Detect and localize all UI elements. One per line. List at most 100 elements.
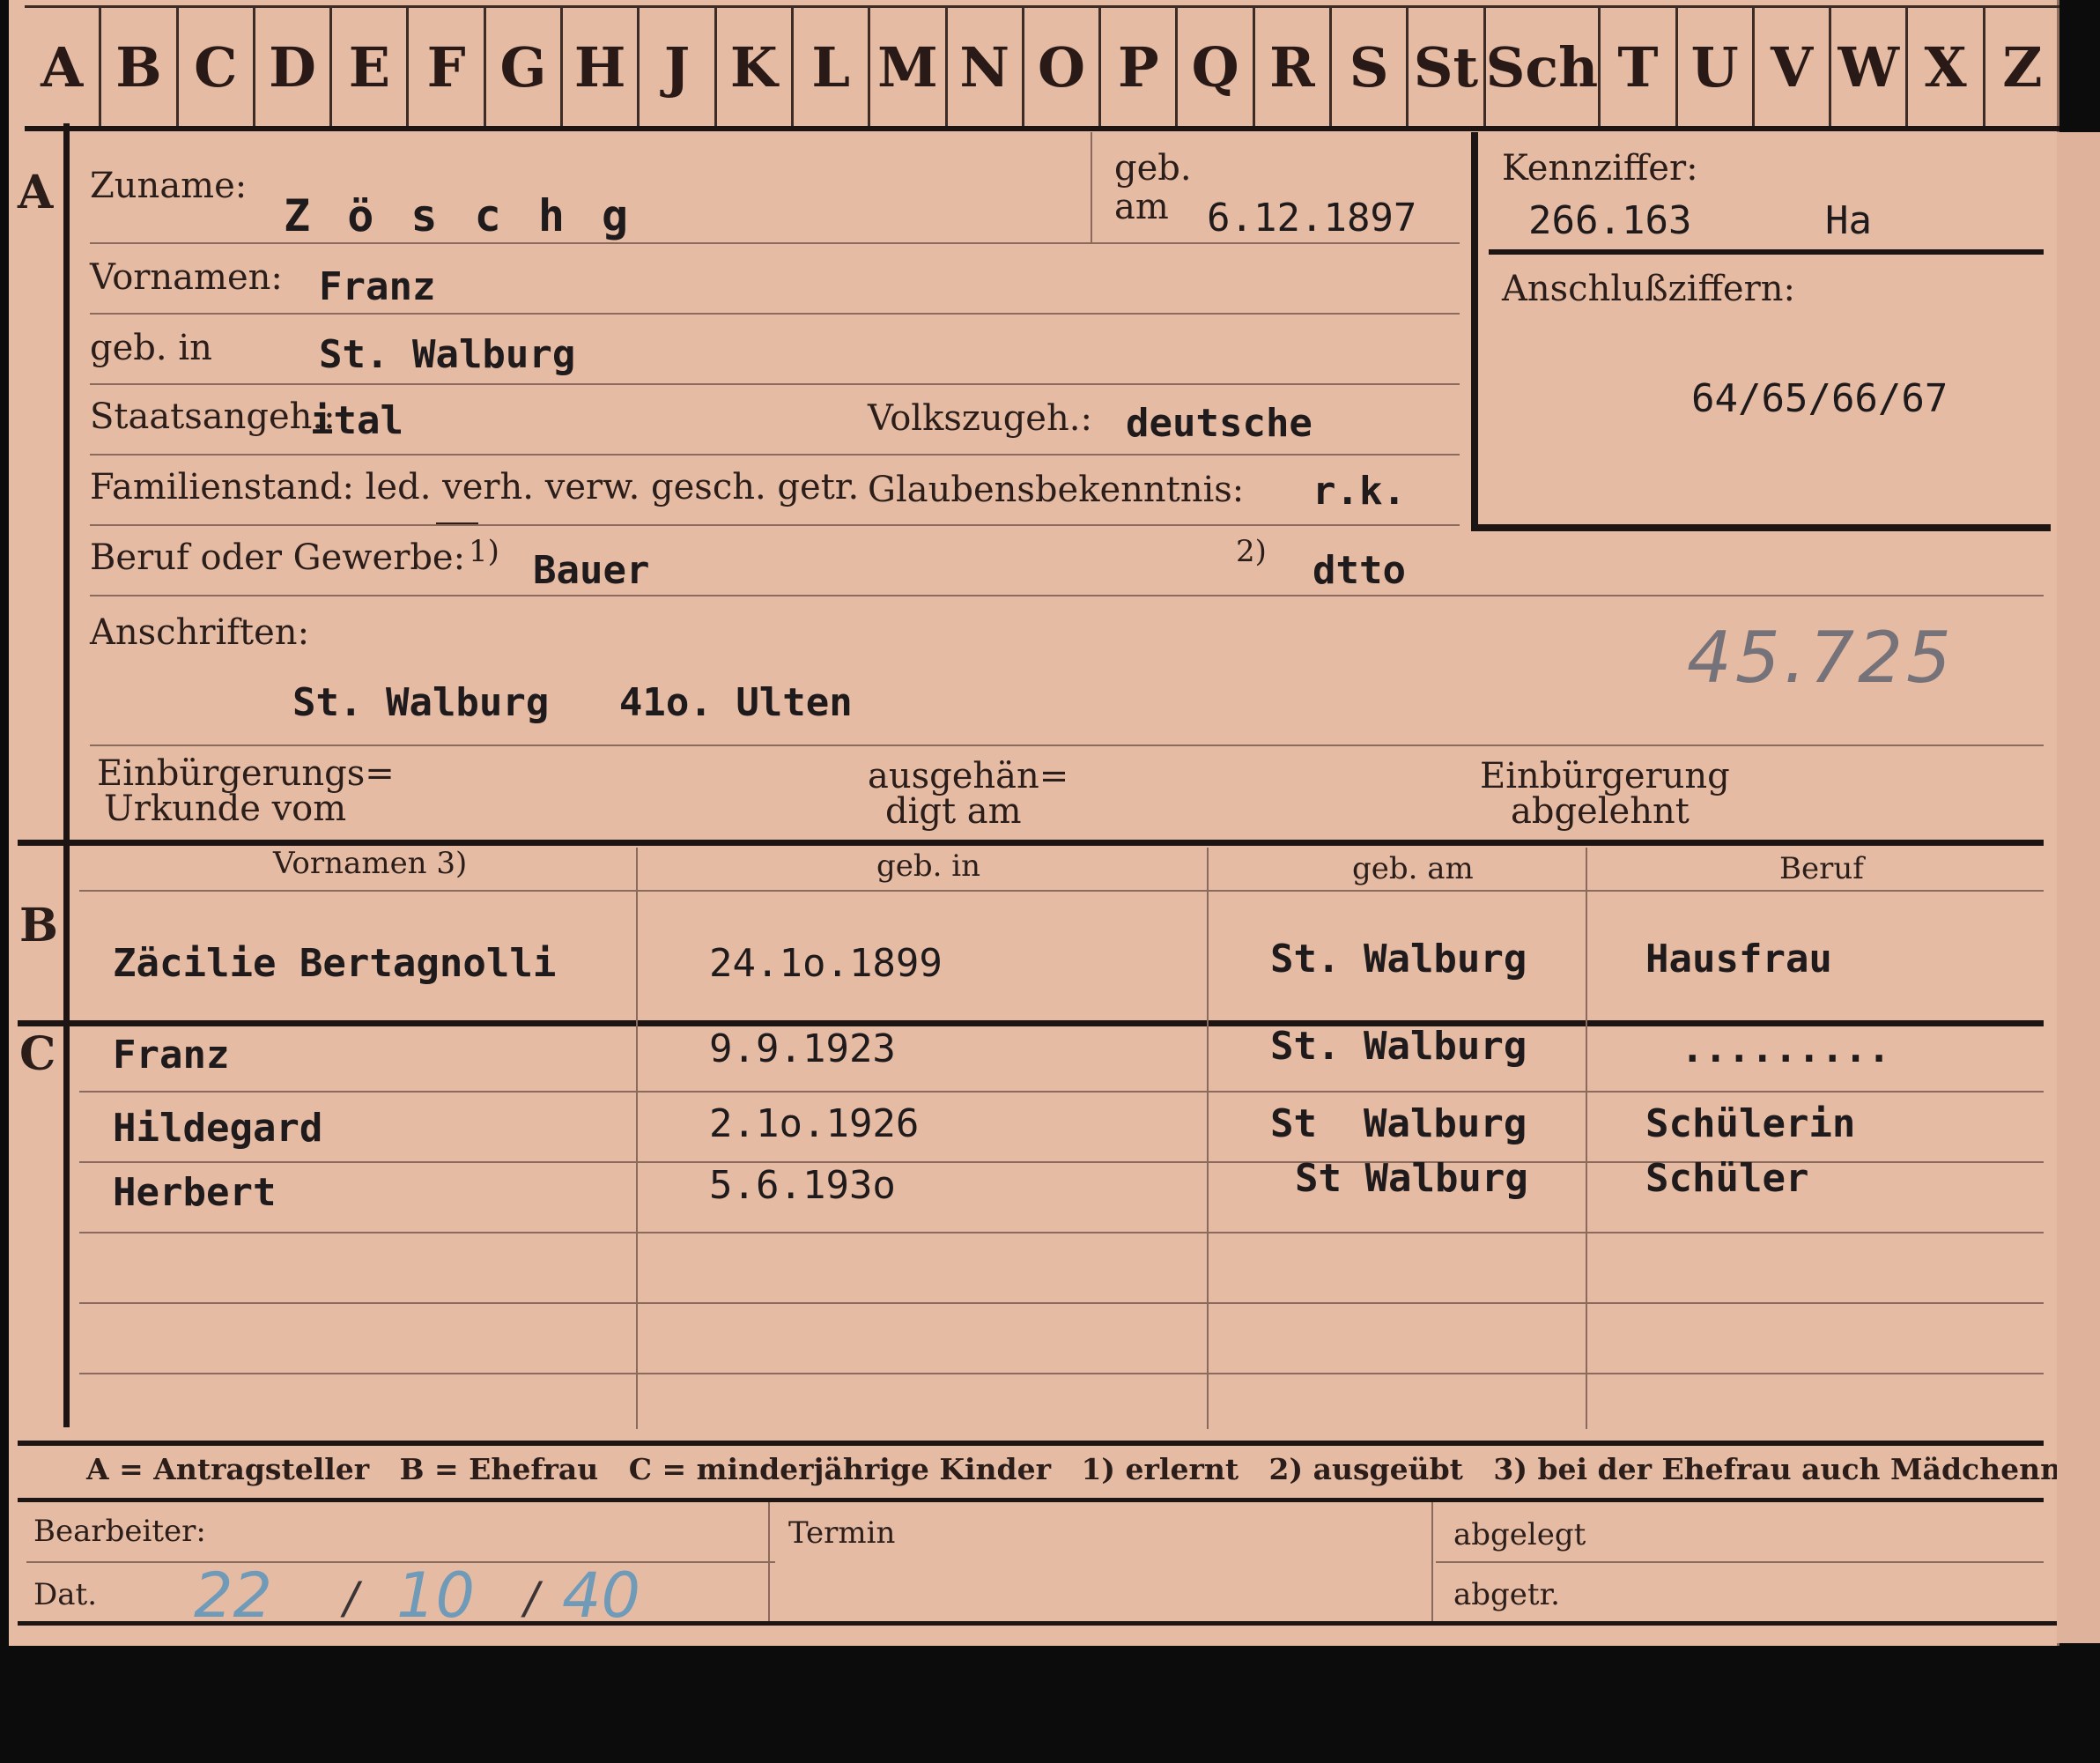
legend-rule [18,1498,2044,1502]
tab-g[interactable]: G [486,8,564,126]
anschluss-value: 64/65/66/67 [1691,376,1948,421]
gebin-label: geb. in [90,328,212,368]
section-c-marker: C [19,1027,56,1081]
ehefrau-geb-am: St. Walburg [1270,937,1527,982]
tab-sch[interactable]: Sch [1486,8,1601,126]
tab-z[interactable]: Z [1985,8,2059,126]
abgelegt-label: abgelegt [1453,1517,1586,1552]
kennziffer-box [1471,132,2051,531]
rule [79,1373,2044,1374]
rule [1436,1561,2044,1563]
beruf-value-2: dtto [1312,548,1406,593]
rule [79,1232,2044,1233]
abgetr-label: abgetr. [1453,1577,1560,1612]
dat-slash: / [524,1573,539,1624]
vornamen-value: Franz [319,264,436,309]
tab-p[interactable]: P [1101,8,1179,126]
tab-a[interactable]: A [25,8,102,126]
card-edge [2057,132,2100,1643]
kind-geb-in: 9.9.1923 [709,1026,896,1071]
tab-e[interactable]: E [332,8,410,126]
zuname-label: Zuname: [90,166,248,206]
kind-geb-am: St Walburg [1270,1101,1527,1146]
dat-slash: / [344,1573,359,1624]
column-divider [636,848,638,1429]
legend: A = Antragsteller B = Ehefrau C = minder… [86,1452,2100,1486]
alphabet-tabs: A B C D E F G H J K L M N O P Q R S St Sch T U V W X Z [25,5,2059,131]
kind-beruf: Schüler [1645,1156,1809,1201]
tab-n[interactable]: N [948,8,1024,126]
tab-h[interactable]: H [563,8,640,126]
section-separator [18,1020,2044,1026]
kennziffer-label: Kennziffer: [1502,148,1698,189]
dat-label: Dat. [33,1577,98,1612]
tab-d[interactable]: D [255,8,333,126]
staat-value: ital [310,398,403,443]
tab-st[interactable]: St [1409,8,1486,126]
geb-label: geb. [1114,148,1192,189]
tab-s[interactable]: S [1332,8,1409,126]
kennziffer-suffix: Ha [1825,198,1872,243]
ausgehaendigt-label-2: digt am [885,791,1022,832]
kind-geb-am: St. Walburg [1270,1024,1527,1069]
tab-b[interactable]: B [101,8,179,126]
tab-l[interactable]: L [794,8,871,126]
handwritten-number: 45.725 [1687,617,1955,699]
beruf-footnote-2: 2) [1236,534,1267,569]
record-card: A B C D E F G H J K L M N O P Q R S St Sch T U V W X Z A Zuname: … [9,0,2100,1646]
rule [90,524,1460,526]
ehefrau-geb-in: 24.1o.1899 [709,941,943,986]
divider [1091,132,1092,242]
tab-f[interactable]: F [409,8,486,126]
beruf-label: Beruf oder Gewerbe: [90,537,466,578]
column-divider [1431,1502,1433,1621]
kennziffer-rule [1489,249,2044,255]
kind-geb-in: 2.1o.1926 [709,1101,920,1146]
kind-beruf: Schülerin [1645,1101,1856,1146]
col-header-gebam: geb. am [1352,851,1474,886]
geb-am-value: 6.12.1897 [1207,196,1417,241]
abgelehnt-label-2: abgelehnt [1511,791,1690,832]
tab-m[interactable]: M [870,8,948,126]
col-header-vornamen: Vornamen 3) [273,846,468,881]
vornamen-label: Vornamen: [90,257,283,298]
kind-name: Hildegard [113,1106,323,1151]
left-rule [63,123,70,1427]
tab-j[interactable]: J [640,8,717,126]
rule [79,1302,2044,1304]
glauben-value: r.k. [1312,469,1406,514]
tab-q[interactable]: Q [1178,8,1255,126]
rule [90,595,2044,596]
column-divider [768,1502,770,1621]
tab-u[interactable]: U [1678,8,1755,126]
col-header-beruf: Beruf [1779,851,1864,886]
tab-k[interactable]: K [717,8,794,126]
tab-o[interactable]: O [1024,8,1102,126]
kind-geb-in: 5.6.193o [709,1163,896,1208]
rule [90,242,1460,244]
glauben-label: Glaubensbekenntnis: [868,470,1245,510]
tab-v[interactable]: V [1755,8,1832,126]
section-a-marker: A [18,166,54,219]
beruf-footnote-1: 1) [469,534,499,569]
kind-name: Herbert [113,1170,277,1215]
ehefrau-name: Zäcilie Bertagnolli [113,941,557,986]
tab-c[interactable]: C [179,8,255,126]
anschluss-label: Anschlußziffern: [1502,269,1795,309]
tab-t[interactable]: T [1601,8,1678,126]
tab-w[interactable]: W [1831,8,1909,126]
section-b-marker: B [19,899,58,952]
anschriften-label: Anschriften: [90,612,310,653]
column-divider [1586,848,1587,1429]
tab-x[interactable]: X [1908,8,1985,126]
rule [90,383,1460,385]
legend-rule [18,1441,2044,1446]
bottom-rule [18,1621,2057,1626]
familienstand-label: Familienstand: led. verh. verw. gesch. g… [90,467,860,507]
rule [90,744,2044,746]
volk-label: Volkszugeh.: [868,398,1092,439]
volk-value: deutsche [1126,401,1312,446]
tab-r[interactable]: R [1255,8,1333,126]
termin-label: Termin [788,1515,896,1551]
anschrift-value: St. Walburg 41o. Ulten [292,680,853,725]
